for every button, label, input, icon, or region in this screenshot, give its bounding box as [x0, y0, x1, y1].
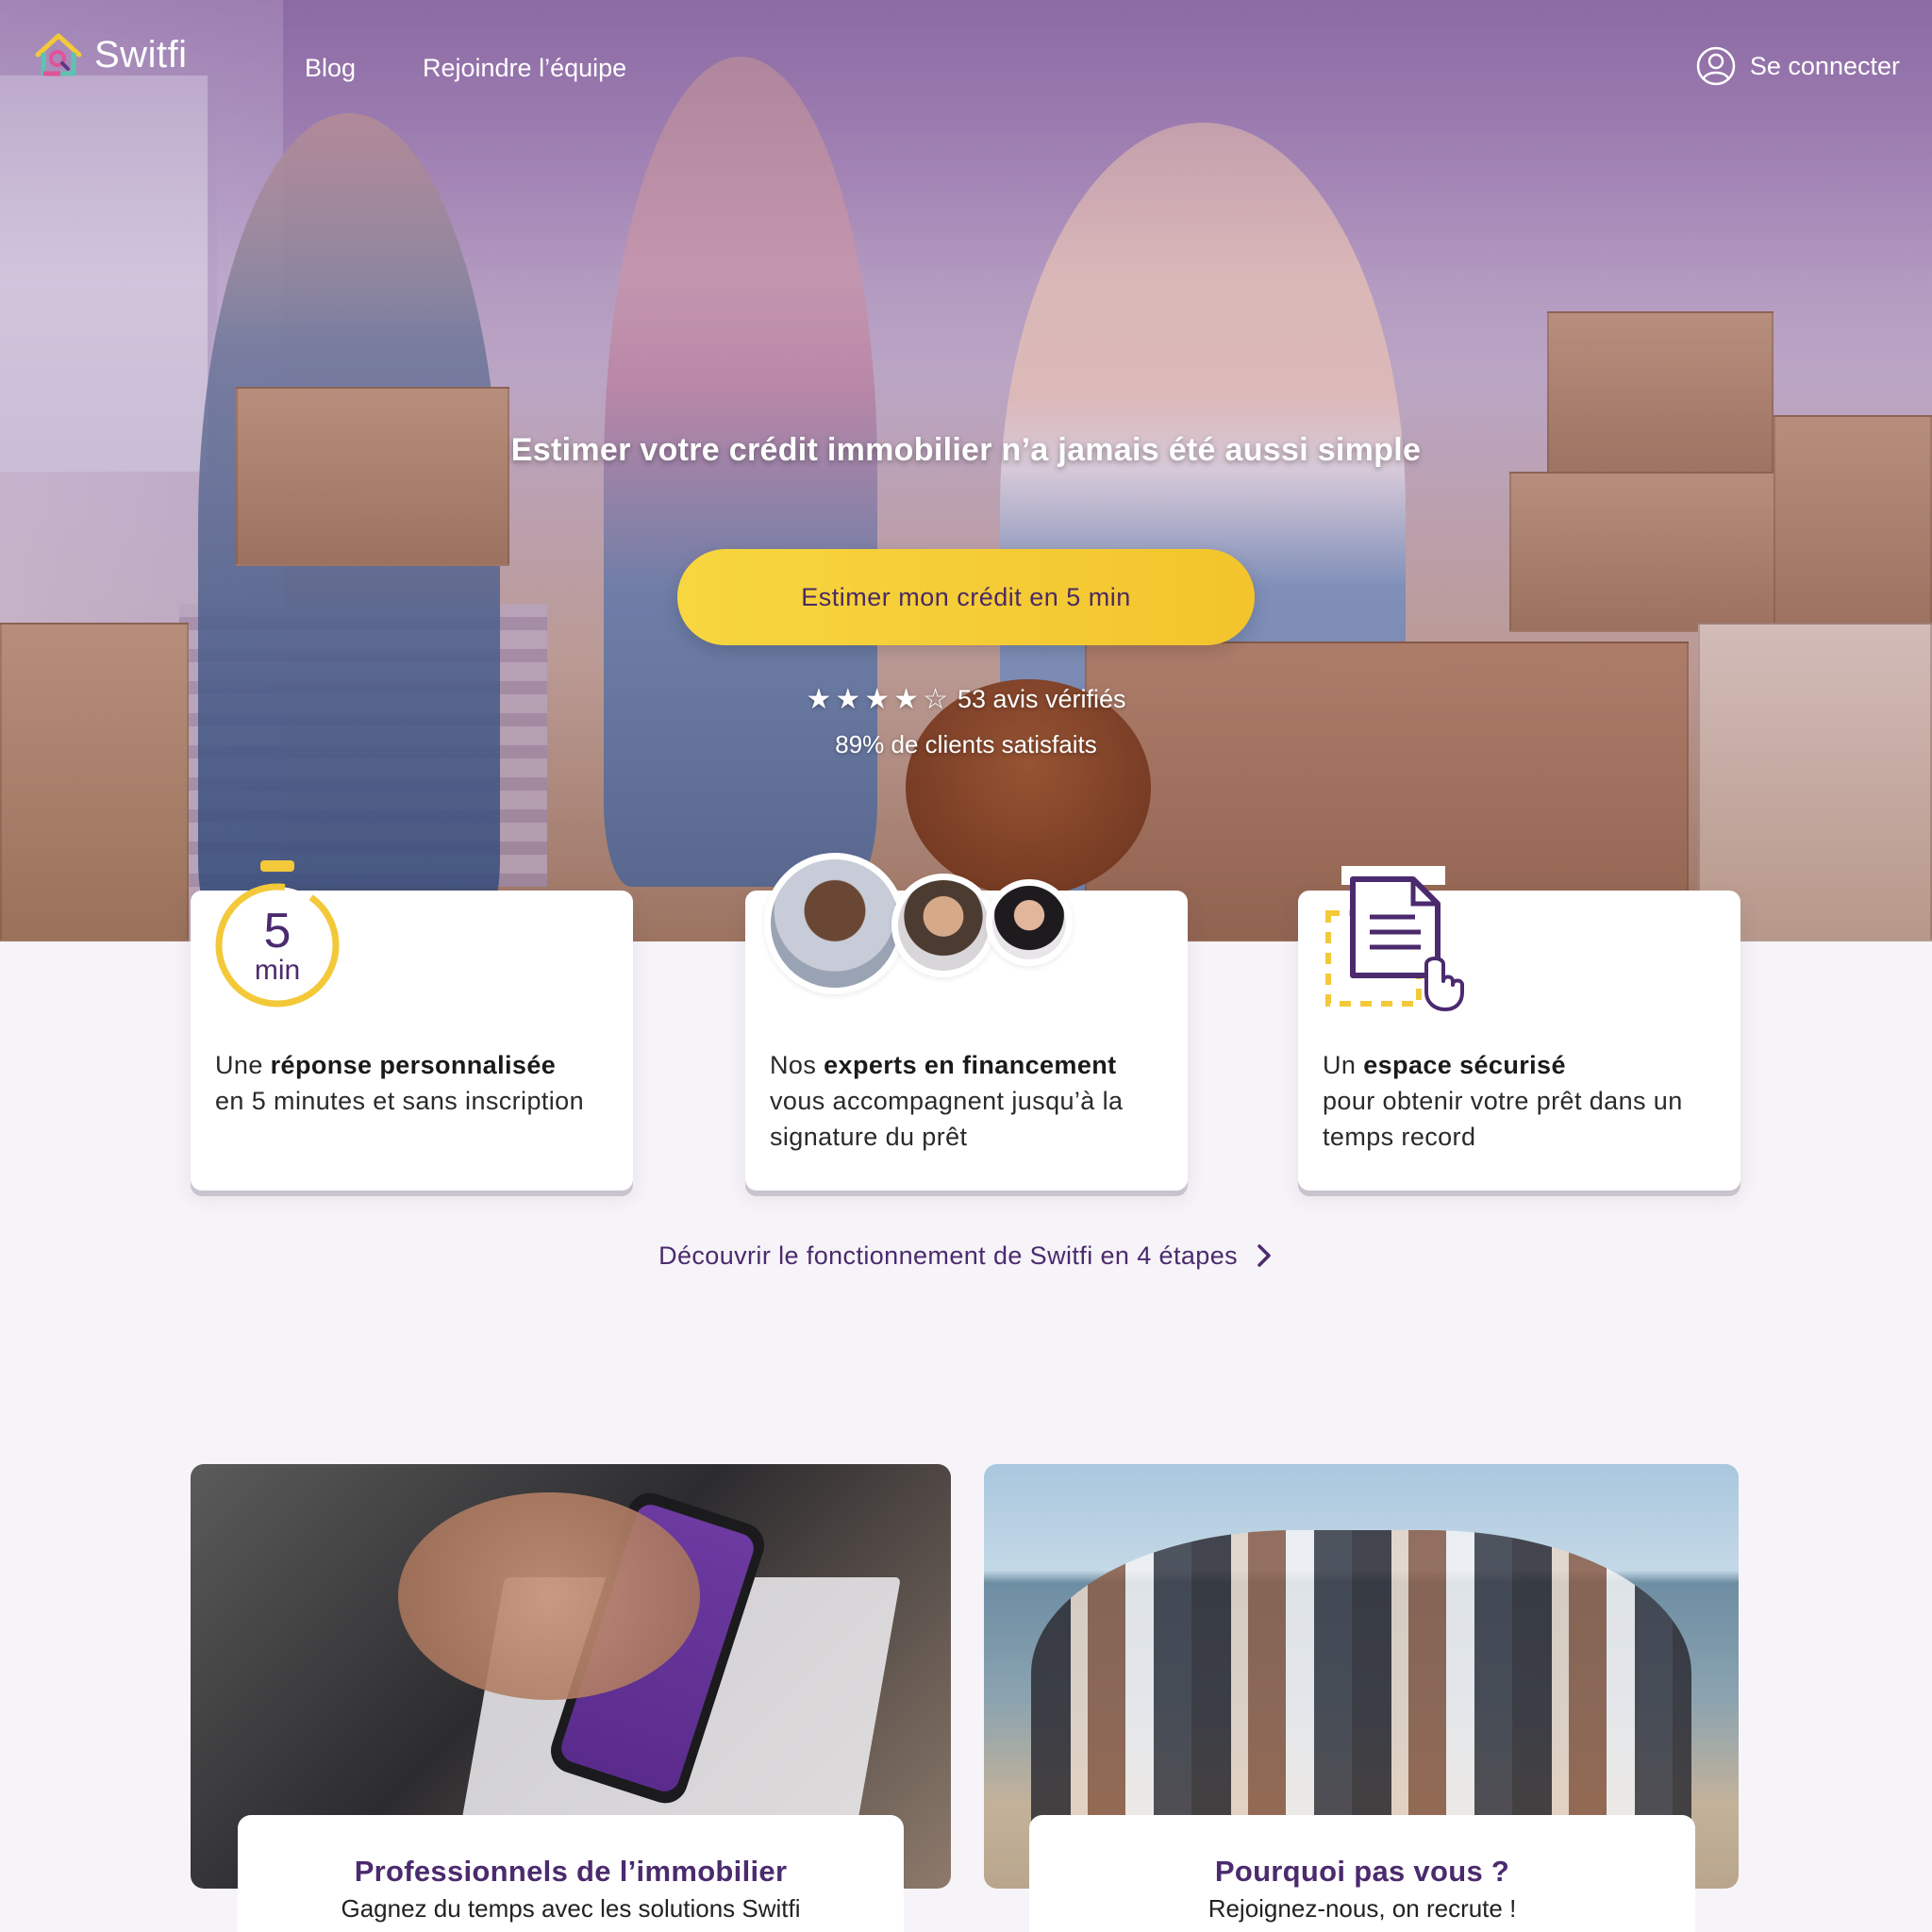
brand-logo[interactable]: Switfi: [32, 28, 188, 81]
timer-5min-icon: 5 min: [215, 860, 340, 1008]
svg-text:min: min: [255, 955, 300, 986]
star-filled-icon: ★: [864, 684, 891, 715]
hero-title: Estimer votre crédit immobilier n’a jama…: [510, 432, 1422, 468]
star-filled-icon: ★: [835, 684, 861, 715]
promo-subtitle: Gagnez du temps avec les solutions Switf…: [341, 1894, 801, 1923]
hero-section: Switfi Blog Rejoindre l’équipe Se connec…: [0, 0, 1932, 941]
feature-text: Un espace sécurisé pour obtenir votre prê…: [1323, 1051, 1683, 1151]
discover-steps-label: Découvrir le fonctionnement de Switfi en…: [658, 1241, 1239, 1270]
rating-stars: ★ ★ ★ ★ ☆: [806, 683, 948, 716]
rating-summary[interactable]: ★ ★ ★ ★ ☆ 53 avis vérifiés: [0, 683, 1932, 716]
nav-join-team-link[interactable]: Rejoindre l’équipe: [423, 54, 626, 83]
login-link[interactable]: Se connecter: [1695, 45, 1900, 87]
feature-text: Une réponse personnalisée en 5 minutes et…: [215, 1051, 584, 1115]
promo-card-recruiting[interactable]: Pourquoi pas vous ? Rejoignez-nous, on r…: [1029, 1815, 1695, 1932]
star-filled-icon: ★: [806, 684, 832, 715]
house-logo-icon: [35, 33, 82, 76]
promo-subtitle: Rejoignez-nous, on recrute !: [1208, 1894, 1517, 1923]
brand-name: Switfi: [94, 33, 188, 75]
hand-shape: [398, 1492, 700, 1700]
svg-text:5: 5: [264, 904, 291, 958]
satisfaction-rate: 89% de clients satisfaits: [835, 730, 1097, 758]
promo-title: Professionnels de l’immobilier: [354, 1855, 788, 1888]
promo-card-professionals[interactable]: Professionnels de l’immobilier Gagnez du…: [238, 1815, 904, 1932]
promo-title: Pourquoi pas vous ?: [1214, 1855, 1510, 1888]
expert-avatar: [986, 879, 1073, 966]
star-empty-icon: ☆: [923, 684, 948, 715]
login-label: Se connecter: [1749, 51, 1900, 80]
user-account-icon: [1696, 46, 1736, 86]
chevron-right-icon: [1257, 1244, 1271, 1267]
estimate-credit-button[interactable]: Estimer mon crédit en 5 min: [677, 549, 1255, 645]
expert-avatar: [891, 874, 995, 977]
nav-blog-link[interactable]: Blog: [305, 54, 356, 83]
secure-document-icon: [1325, 866, 1464, 1011]
feature-text: Nos experts en financement vous accompagn…: [770, 1051, 1124, 1151]
discover-steps-link[interactable]: Découvrir le fonctionnement de Switfi en…: [0, 1241, 1932, 1271]
hero-overlay: [0, 0, 1932, 941]
experts-avatars: [764, 853, 1075, 1013]
star-filled-icon: ★: [893, 684, 920, 715]
reviews-count: 53 avis vérifiés: [957, 685, 1126, 713]
expert-avatar: [764, 853, 906, 994]
